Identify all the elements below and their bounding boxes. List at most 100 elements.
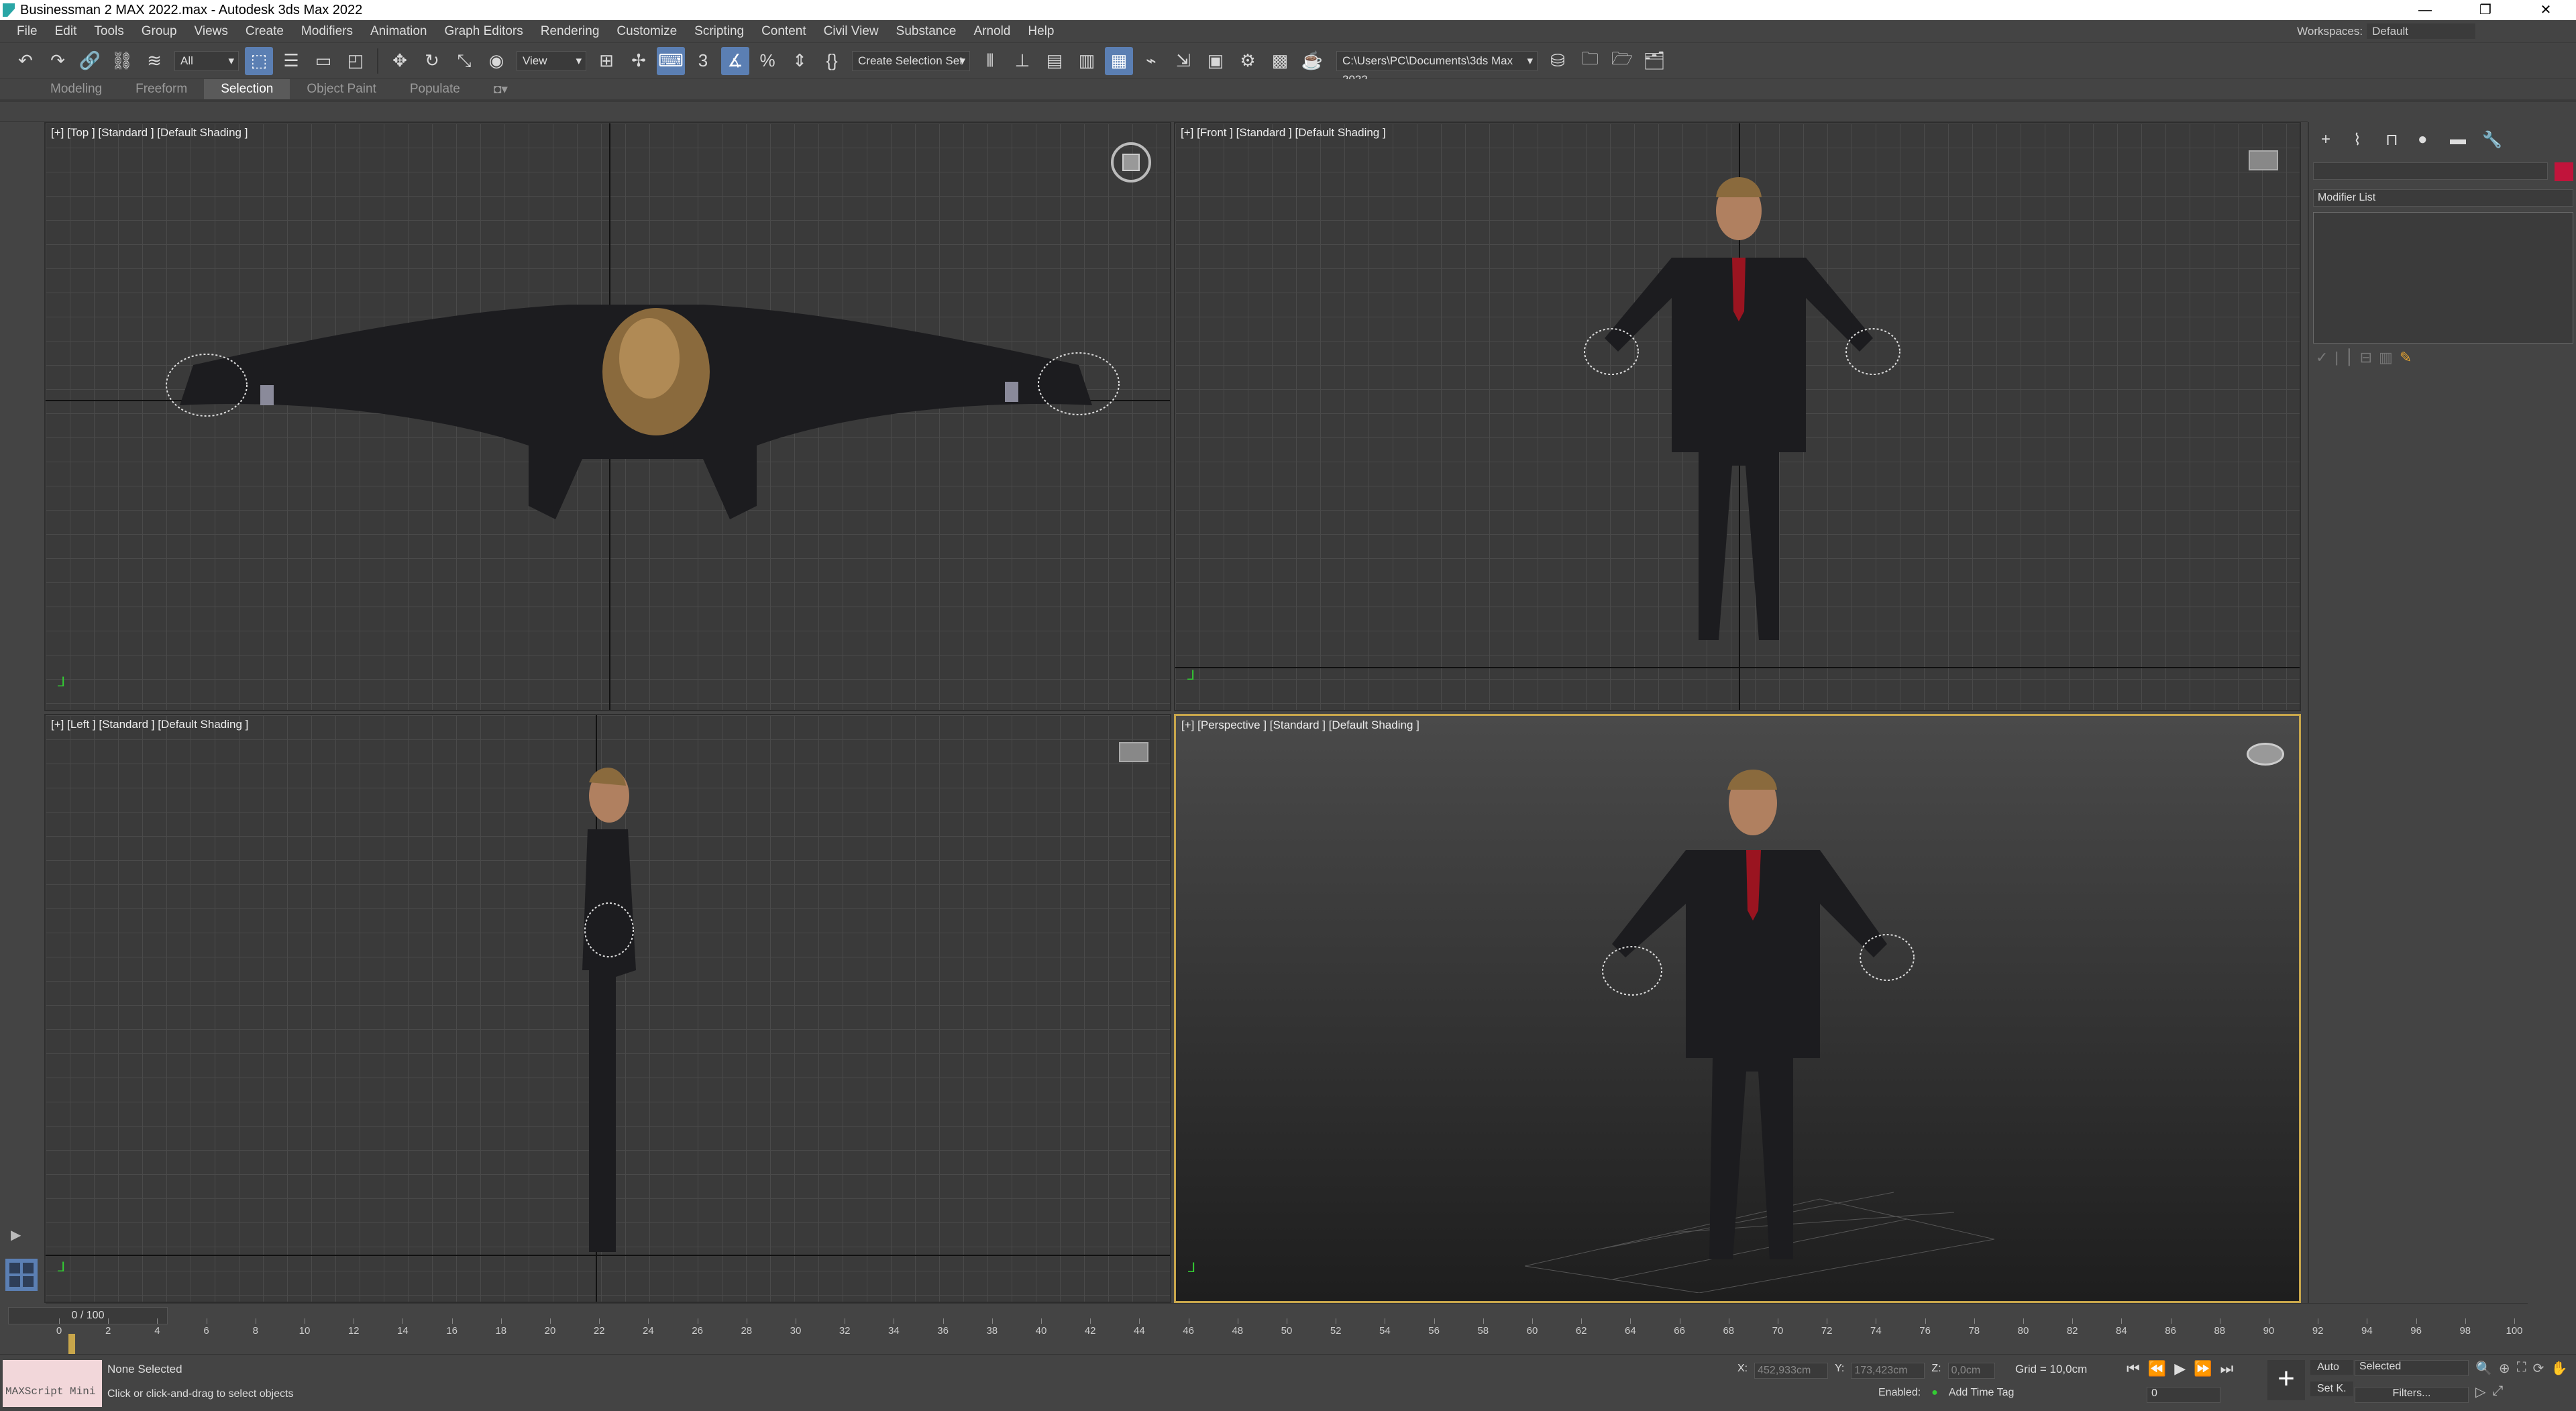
key-filters-button[interactable]: Filters... [2355, 1387, 2469, 1403]
redo-icon[interactable]: ↷ [44, 47, 72, 75]
menu-views[interactable]: Views [186, 20, 237, 42]
select-by-name-icon[interactable]: ☰ [277, 47, 305, 75]
menu-civil-view[interactable]: Civil View [815, 20, 888, 42]
menu-rendering[interactable]: Rendering [532, 20, 608, 42]
zoom-icon[interactable]: 🔍 [2475, 1360, 2492, 1377]
viewcube-icon[interactable] [2249, 150, 2278, 170]
modify-tab-icon[interactable]: ⌇ [2353, 130, 2385, 150]
schematic-view-icon[interactable]: ⇲ [1169, 47, 1197, 75]
enabled-dot-icon[interactable]: ● [1931, 1387, 1938, 1399]
pivot-center-icon[interactable]: ⊞ [592, 47, 621, 75]
x-coordinate-field[interactable]: 452,933cm [1754, 1363, 1829, 1379]
rendered-frame-window-icon[interactable]: ▩ [1266, 47, 1294, 75]
viewport-perspective[interactable]: [+] [Perspective ] [Standard ] [Default … [1174, 714, 2301, 1303]
menu-scripting[interactable]: Scripting [686, 20, 753, 42]
auto-key-button[interactable]: Auto [2310, 1360, 2353, 1375]
menu-modifiers[interactable]: Modifiers [292, 20, 362, 42]
project-folder-icon[interactable]: ⛁ [1544, 47, 1572, 75]
rotate-icon[interactable]: ↻ [418, 47, 446, 75]
viewport-front[interactable]: [+] [Front ] [Standard ] [Default Shadin… [1174, 122, 2301, 711]
render-production-icon[interactable]: ☕ [1298, 47, 1326, 75]
set-key-button[interactable]: Set K. [2310, 1381, 2353, 1396]
viewcube-icon[interactable] [1119, 742, 1148, 762]
select-manipulate-icon[interactable]: ✢ [625, 47, 653, 75]
menu-help[interactable]: Help [1019, 20, 1063, 42]
maximize-viewport-icon[interactable]: ⤢ [2492, 1383, 2503, 1400]
workspace-selector[interactable]: Workspaces: Default [2297, 20, 2475, 43]
selection-filter-dropdown[interactable]: All [174, 50, 239, 71]
edit-named-selection-icon[interactable]: {} [818, 47, 846, 75]
maxscript-listener[interactable]: MAXScript Mini [3, 1360, 102, 1407]
track-bar[interactable]: 0 2 4 6 8 10 12 14 16 18 20 22 24 26 28 30 32 34 36 38 40 42 4… [46, 1303, 2528, 1337]
ribbon-toggle-icon[interactable]: ▦ [1105, 46, 1133, 75]
percent-snap-icon[interactable]: % [753, 47, 782, 75]
viewcube-icon[interactable] [2247, 743, 2284, 766]
viewport-label[interactable]: [+] [Perspective ] [Standard ] [Default … [1181, 719, 1419, 732]
modifier-list-dropdown[interactable]: Modifier List [2313, 189, 2573, 207]
rectangular-selection-icon[interactable]: ▭ [309, 47, 337, 75]
zoom-all-icon[interactable]: ⊕ [2499, 1360, 2510, 1377]
businessman-model-perspective[interactable] [1511, 749, 1981, 1286]
viewport-left[interactable]: [+] [Left ] [Standard ] [Default Shading… [44, 714, 1171, 1303]
pan-icon[interactable]: ✋ [2551, 1360, 2567, 1377]
ribbon-options-icon[interactable]: ◘▾ [477, 79, 525, 100]
menu-group[interactable]: Group [133, 20, 186, 42]
viewport-label[interactable]: [+] [Front ] [Standard ] [Default Shadin… [1181, 126, 1386, 140]
next-frame-icon[interactable]: ⏩ [2194, 1360, 2212, 1377]
bind-space-warp-icon[interactable]: ≋ [140, 47, 168, 75]
go-to-start-icon[interactable]: ⏮ [2127, 1360, 2140, 1377]
render-setup-icon[interactable]: ⚙ [1234, 47, 1262, 75]
create-tab-icon[interactable]: + [2321, 130, 2353, 150]
viewport-top[interactable]: [+] [Top ] [Standard ] [Default Shading … [44, 122, 1171, 711]
object-name-field[interactable] [2313, 162, 2548, 180]
place-icon[interactable]: ◉ [482, 47, 511, 75]
layer-explorer-icon[interactable]: ▥ [1073, 47, 1101, 75]
utilities-tab-icon[interactable]: 🔧 [2482, 130, 2514, 150]
ribbon-tab-populate[interactable]: Populate [393, 79, 477, 99]
menu-file[interactable]: File [8, 20, 46, 42]
menu-arnold[interactable]: Arnold [965, 20, 1019, 42]
spinner-snap-icon[interactable]: ⇕ [786, 47, 814, 75]
stack-tools-icons[interactable]: ✓|⎮⊟▥✎ [2316, 349, 2418, 366]
businessman-model-top[interactable] [113, 284, 1159, 553]
object-color-swatch[interactable] [2555, 162, 2573, 181]
go-to-end-icon[interactable]: ⏭ [2220, 1360, 2234, 1377]
restore-button[interactable]: ❐ [2455, 0, 2516, 20]
select-object-icon[interactable]: ⬚ [245, 46, 273, 75]
expand-arrow-icon[interactable]: ▶ [11, 1226, 21, 1243]
open-project-icon[interactable]: 🗀 [1576, 47, 1604, 75]
menu-graph-editors[interactable]: Graph Editors [436, 20, 532, 42]
menu-content[interactable]: Content [753, 20, 815, 42]
viewport-label[interactable]: [+] [Top ] [Standard ] [Default Shading … [51, 126, 248, 140]
save-project-icon[interactable]: 🗁 [1608, 47, 1636, 75]
scene-explorer-icon[interactable]: ▤ [1040, 47, 1069, 75]
material-editor-icon[interactable]: ▣ [1201, 47, 1230, 75]
y-coordinate-field[interactable]: 173,423cm [1851, 1363, 1925, 1379]
key-filter-dropdown[interactable]: Selected [2355, 1360, 2469, 1376]
project-path-dropdown[interactable]: C:\Users\PC\Documents\3ds Max 2022 [1336, 50, 1538, 86]
ribbon-tab-freeform[interactable]: Freeform [119, 79, 204, 99]
viewport-layout-icon[interactable] [5, 1259, 38, 1291]
workspace-value[interactable]: Default [2367, 23, 2475, 39]
mirror-icon[interactable]: ⫴ [976, 47, 1004, 75]
play-icon[interactable]: ▶ [2174, 1360, 2186, 1377]
minimize-button[interactable]: — [2395, 0, 2455, 20]
close-button[interactable]: ✕ [2516, 0, 2576, 20]
move-icon[interactable]: ✥ [386, 47, 414, 75]
viewport-label[interactable]: [+] [Left ] [Standard ] [Default Shading… [51, 718, 248, 731]
field-of-view-icon[interactable]: ▷ [2475, 1383, 2485, 1400]
snaps-toggle-icon[interactable]: 3 [689, 47, 717, 75]
menu-tools[interactable]: Tools [85, 20, 132, 42]
menu-customize[interactable]: Customize [608, 20, 686, 42]
reference-coordinate-dropdown[interactable]: View [517, 50, 586, 71]
align-icon[interactable]: ⊥ [1008, 47, 1036, 75]
menu-edit[interactable]: Edit [46, 20, 86, 42]
window-crossing-icon[interactable]: ◰ [341, 47, 370, 75]
ribbon-tab-modeling[interactable]: Modeling [34, 79, 119, 99]
previous-frame-icon[interactable]: ⏪ [2148, 1360, 2166, 1377]
display-tab-icon[interactable]: ▬ [2450, 130, 2482, 150]
enabled-label[interactable]: Enabled: [1878, 1387, 1921, 1399]
angle-snap-icon[interactable]: ∡ [721, 46, 749, 75]
unlink-icon[interactable]: ⛓ [108, 47, 136, 75]
menu-substance[interactable]: Substance [888, 20, 965, 42]
